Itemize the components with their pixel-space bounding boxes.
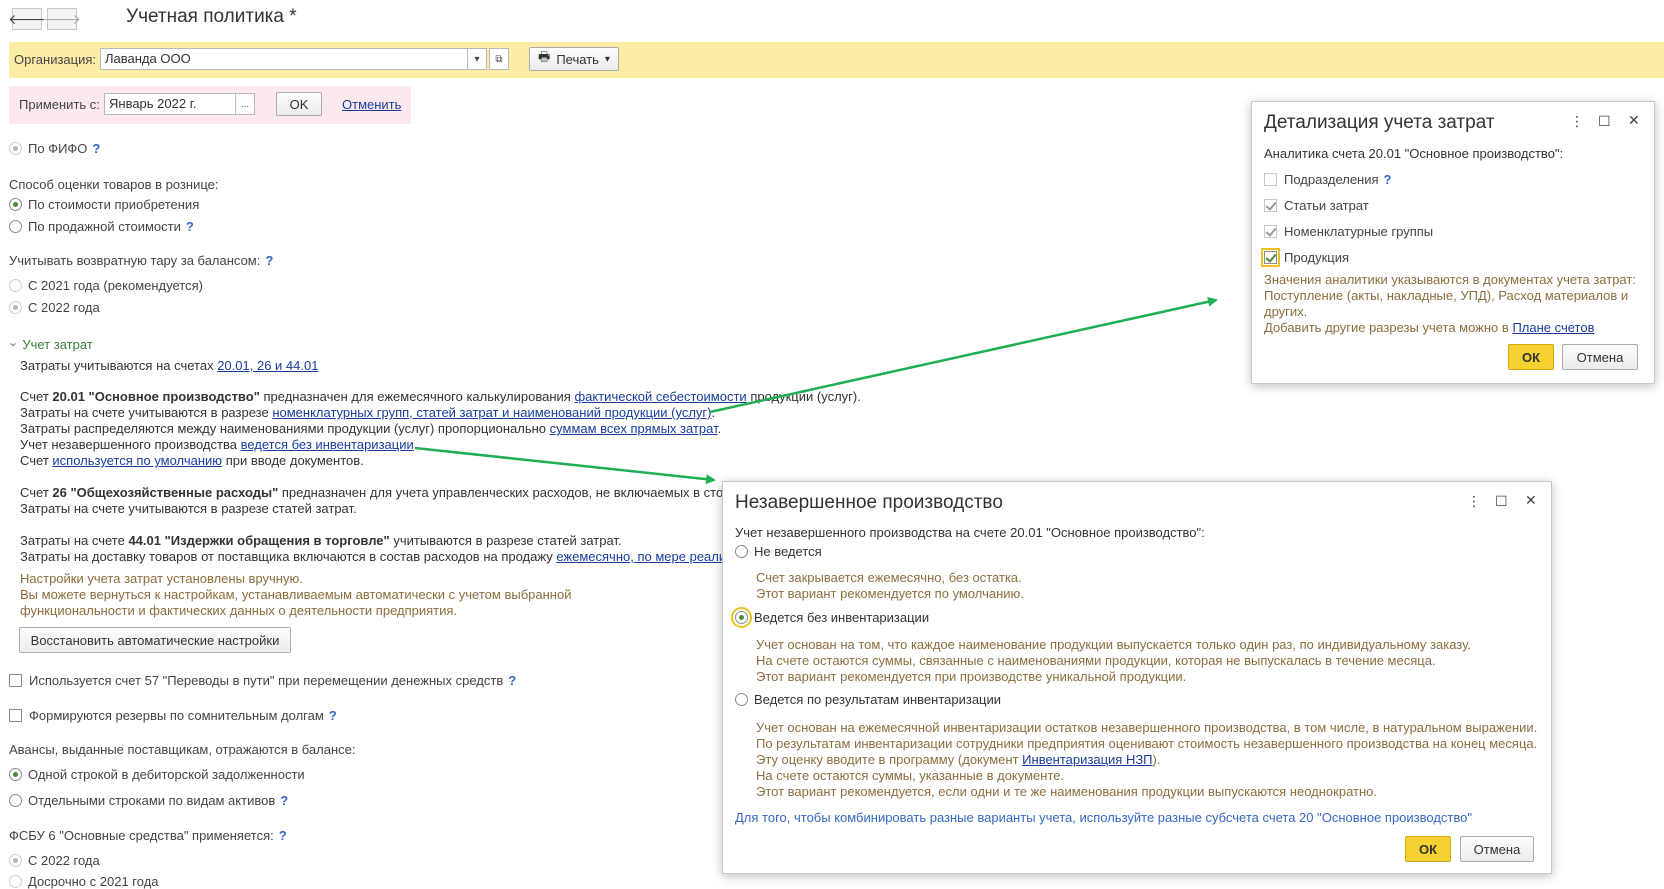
help-icon[interactable]: ? bbox=[1384, 172, 1392, 187]
checkbox-icon bbox=[1264, 225, 1277, 238]
maximize-icon[interactable]: ☐ bbox=[1598, 113, 1611, 130]
text: ). bbox=[1152, 752, 1161, 767]
wip-option-no-inventory[interactable]: Ведется без инвентаризации bbox=[731, 607, 930, 628]
close-icon[interactable]: ✕ bbox=[1525, 492, 1537, 509]
dialog-subtitle: Аналитика счета 20.01 "Основное производ… bbox=[1264, 146, 1564, 161]
cancel-button[interactable]: Отмена bbox=[1460, 836, 1534, 862]
option-note-line: По результатам инвентаризации сотрудники… bbox=[756, 736, 1538, 751]
dialog-note-line: других. bbox=[1264, 304, 1308, 319]
radio-icon bbox=[735, 693, 748, 706]
close-icon[interactable]: ✕ bbox=[1628, 112, 1640, 129]
more-icon[interactable]: ⋮ bbox=[1570, 113, 1584, 130]
option-note-line: На счете остаются суммы, связанные с наи… bbox=[756, 653, 1436, 668]
analytics-option-cost-items[interactable]: Статьи затрат bbox=[1264, 198, 1369, 213]
wip-option-inventory[interactable]: Ведется по результатам инвентаризации bbox=[735, 692, 1001, 707]
analytics-option-groups[interactable]: Номенклатурные группы bbox=[1264, 224, 1433, 239]
option-label: Ведется по результатам инвентаризации bbox=[754, 692, 1002, 707]
cancel-button[interactable]: Отмена bbox=[1562, 344, 1638, 370]
radio-icon bbox=[731, 607, 752, 628]
option-label: Не ведется bbox=[754, 544, 822, 559]
option-note-line: Этот вариант рекомендуется, если одни и … bbox=[756, 784, 1377, 799]
ok-button[interactable]: ОК bbox=[1405, 836, 1451, 862]
option-note-line: Счет закрывается ежемесячно, без остатка… bbox=[756, 570, 1022, 585]
arrow-to-costs-dialog bbox=[709, 296, 1218, 414]
dialog-title: Незавершенное производство bbox=[735, 492, 1003, 513]
checkbox-icon bbox=[1261, 248, 1280, 267]
option-note-line: Учет основан на том, что каждое наименов… bbox=[756, 637, 1471, 652]
chart-of-accounts-link[interactable]: Плане счетов bbox=[1512, 320, 1594, 335]
text: Добавить другие разрезы учета можно в bbox=[1264, 320, 1509, 335]
radio-icon bbox=[735, 545, 748, 558]
inventory-doc-link[interactable]: Инвентаризация НЗП bbox=[1022, 752, 1152, 767]
wip-option-none[interactable]: Не ведется bbox=[735, 544, 822, 559]
option-label: Статьи затрат bbox=[1284, 198, 1369, 213]
option-note-line: Учет основан на ежемесячной инвентаризац… bbox=[756, 720, 1538, 735]
dialog-subtitle: Учет незавершенного производства на счет… bbox=[735, 525, 1205, 540]
option-label: Номенклатурные группы bbox=[1284, 224, 1434, 239]
plan-line: Добавить другие разрезы учета можно в Пл… bbox=[1264, 320, 1595, 335]
option-note-line: Этот вариант рекомендуется по умолчанию. bbox=[756, 586, 1024, 601]
analytics-option-departments[interactable]: Подразделения? bbox=[1264, 172, 1392, 187]
arrow-to-wip-dialog bbox=[414, 446, 716, 485]
dialog-note-line: Поступление (акты, накладные, УПД), Расх… bbox=[1264, 288, 1629, 303]
footer-hint: Для того, чтобы комбинировать разные вар… bbox=[735, 810, 1472, 825]
more-icon[interactable]: ⋮ bbox=[1467, 493, 1481, 510]
text: Эту оценку вводите в программу (документ bbox=[756, 752, 1019, 767]
option-label: Ведется без инвентаризации bbox=[754, 610, 930, 625]
dialog-note-line: Значения аналитики указываются в докумен… bbox=[1264, 272, 1636, 287]
option-note-line: Этот вариант рекомендуется при производс… bbox=[756, 669, 1187, 684]
checkbox-icon bbox=[1264, 173, 1277, 186]
wip-dialog: Незавершенное производство ⋮ ☐ ✕ Учет не… bbox=[722, 481, 1552, 874]
analytics-option-products[interactable]: Продукция bbox=[1261, 248, 1350, 267]
option-note-doc-line: Эту оценку вводите в программу (документ… bbox=[756, 752, 1160, 767]
costs-detail-dialog: Детализация учета затрат ⋮ ☐ ✕ Аналитика… bbox=[1251, 101, 1655, 384]
dialog-title: Детализация учета затрат bbox=[1264, 112, 1495, 133]
option-label: Подразделения bbox=[1284, 172, 1379, 187]
ok-button[interactable]: ОК bbox=[1508, 344, 1554, 370]
maximize-icon[interactable]: ☐ bbox=[1495, 493, 1508, 510]
checkbox-icon bbox=[1264, 199, 1277, 212]
option-note-line: На счете остаются суммы, указанные в док… bbox=[756, 768, 1065, 783]
option-label: Продукция bbox=[1284, 250, 1350, 265]
